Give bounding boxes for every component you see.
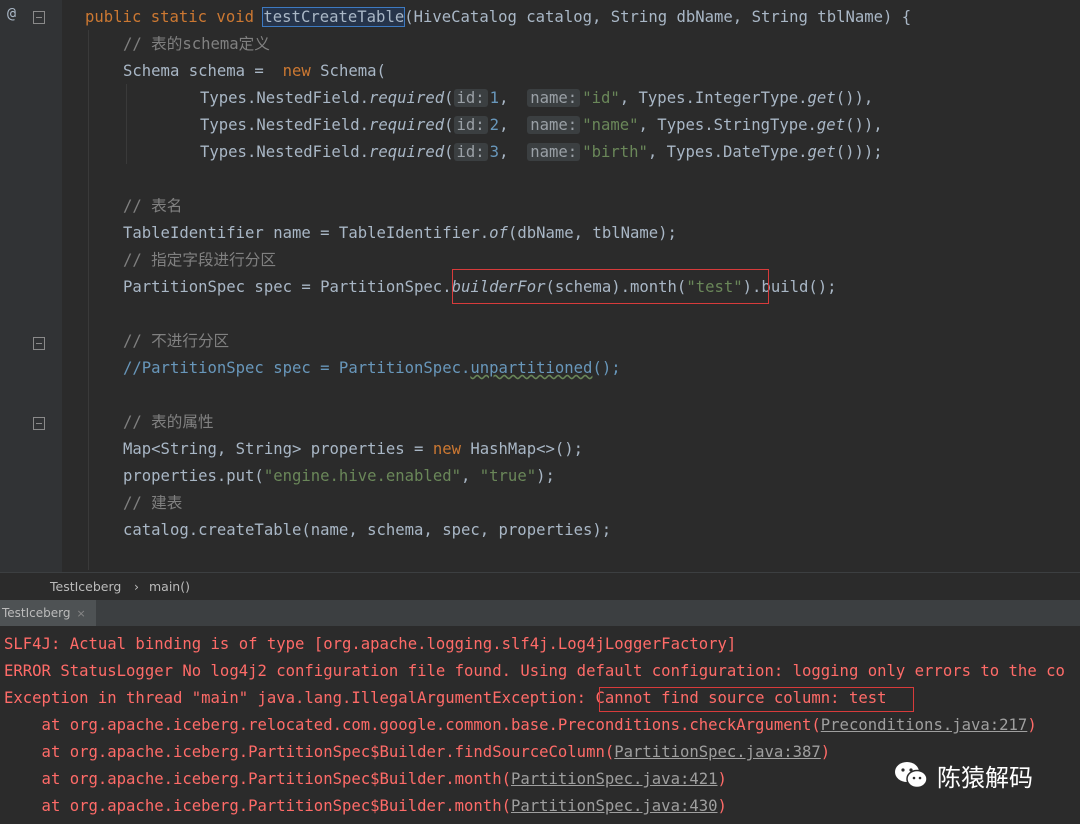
highlight-box	[599, 687, 914, 712]
parameter-hint: id:	[453, 89, 488, 107]
code-line[interactable]: Schema schema = new Schema(	[123, 58, 386, 85]
breadcrumb-separator: ›	[134, 579, 139, 594]
code-line[interactable]: //PartitionSpec spec = PartitionSpec.unp…	[123, 355, 621, 382]
code-line[interactable]: public static void testCreateTable(HiveC…	[85, 4, 911, 31]
stack-trace-line: at org.apache.iceberg.PartitionSpec$Buil…	[4, 797, 727, 815]
code-line[interactable]: Map<String, String> properties = new Has…	[123, 436, 583, 463]
parameter-hint: name:	[527, 143, 581, 161]
fold-icon[interactable]	[33, 417, 45, 430]
highlight-box	[452, 269, 769, 304]
stack-trace-line: at org.apache.iceberg.relocated.com.goog…	[4, 716, 1037, 734]
fold-icon[interactable]	[33, 337, 45, 350]
code-line[interactable]: properties.put("engine.hive.enabled", "t…	[123, 463, 555, 490]
code-comment: // 不进行分区	[123, 332, 230, 350]
code-editor[interactable]: @ public static void testCreateTable(Hiv…	[0, 0, 1080, 572]
code-comment: // 表名	[123, 197, 183, 215]
breadcrumb: TestIceberg › main()	[0, 572, 1080, 600]
code-comment: // 指定字段进行分区	[123, 251, 276, 269]
stack-trace-line: at org.apache.iceberg.PartitionSpec$Buil…	[4, 743, 831, 761]
parameter-hint: name:	[527, 89, 581, 107]
code-line[interactable]: Types.NestedField.required(id: 1, name: "i…	[200, 85, 873, 112]
source-link[interactable]: PartitionSpec.java:430	[511, 797, 718, 815]
method-name-highlight[interactable]: testCreateTable	[262, 7, 406, 27]
close-icon[interactable]: ×	[77, 607, 86, 620]
code-line[interactable]: catalog.createTable(name, schema, spec, …	[123, 517, 611, 544]
code-line[interactable]: Types.NestedField.required(id: 3, name: "b…	[200, 139, 883, 166]
fold-icon[interactable]	[33, 11, 45, 24]
code-comment: // 建表	[123, 494, 183, 512]
override-annotation-icon[interactable]: @	[7, 4, 16, 22]
code-line[interactable]: TableIdentifier name = TableIdentifier.o…	[123, 220, 677, 247]
source-link[interactable]: Preconditions.java:217	[821, 716, 1028, 734]
breadcrumb-class[interactable]: TestIceberg	[50, 573, 121, 601]
parameter-hint: id:	[453, 116, 488, 134]
source-link[interactable]: PartitionSpec.java:387	[614, 743, 821, 761]
code-comment: // 表的属性	[123, 413, 214, 431]
breadcrumb-method[interactable]: main()	[149, 573, 190, 601]
code-line[interactable]: Types.NestedField.required(id: 2, name: "n…	[200, 112, 883, 139]
editor-gutter: @	[0, 0, 62, 572]
parameter-hint: name:	[527, 116, 581, 134]
parameter-hint: id:	[453, 143, 488, 161]
stack-trace-line: at org.apache.iceberg.PartitionSpec$Buil…	[4, 770, 727, 788]
console-line: ERROR StatusLogger No log4j2 configurati…	[4, 662, 1065, 680]
wechat-icon	[895, 762, 928, 789]
indent-guide	[126, 84, 127, 164]
watermark: 陈猿解码	[893, 755, 1033, 795]
watermark-text: 陈猿解码	[937, 763, 1033, 792]
indent-guide	[88, 30, 89, 570]
console-line: SLF4J: Actual binding is of type [org.ap…	[4, 635, 737, 653]
console-tab-bar: TestIceberg ×	[0, 600, 1080, 626]
source-link[interactable]: PartitionSpec.java:421	[511, 770, 718, 788]
code-comment: // 表的schema定义	[123, 35, 270, 53]
tab-run-testiceberg[interactable]: TestIceberg ×	[0, 600, 96, 626]
